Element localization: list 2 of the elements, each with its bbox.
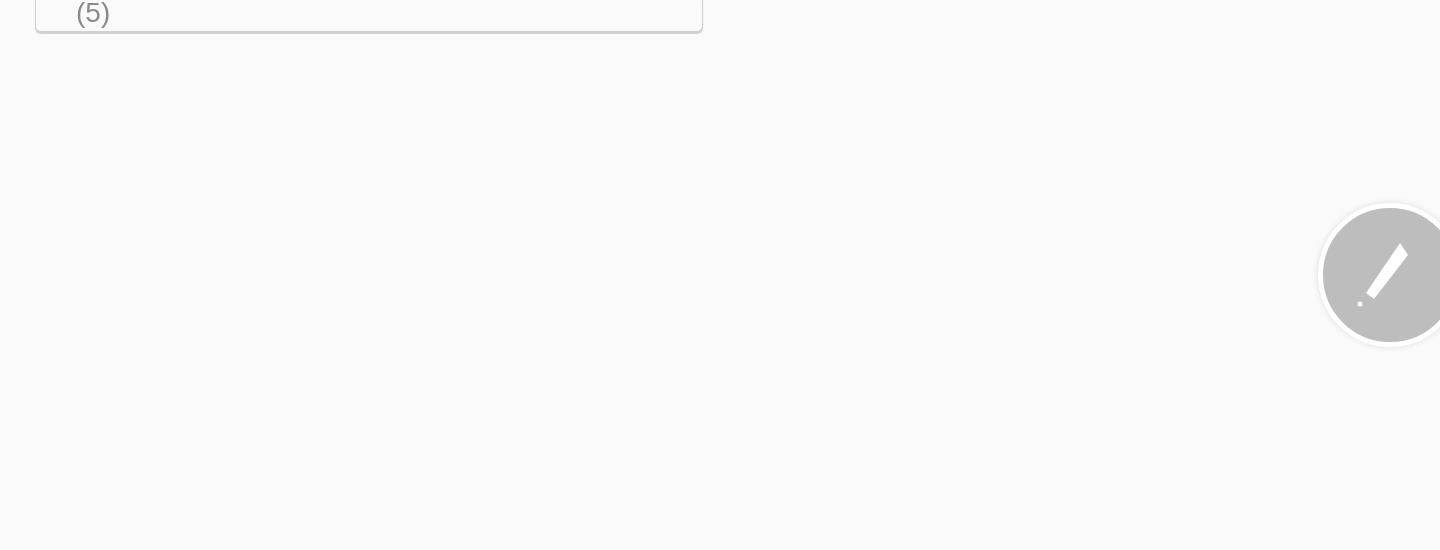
pencil-icon: [1356, 243, 1410, 307]
count-text: (5): [76, 0, 111, 26]
